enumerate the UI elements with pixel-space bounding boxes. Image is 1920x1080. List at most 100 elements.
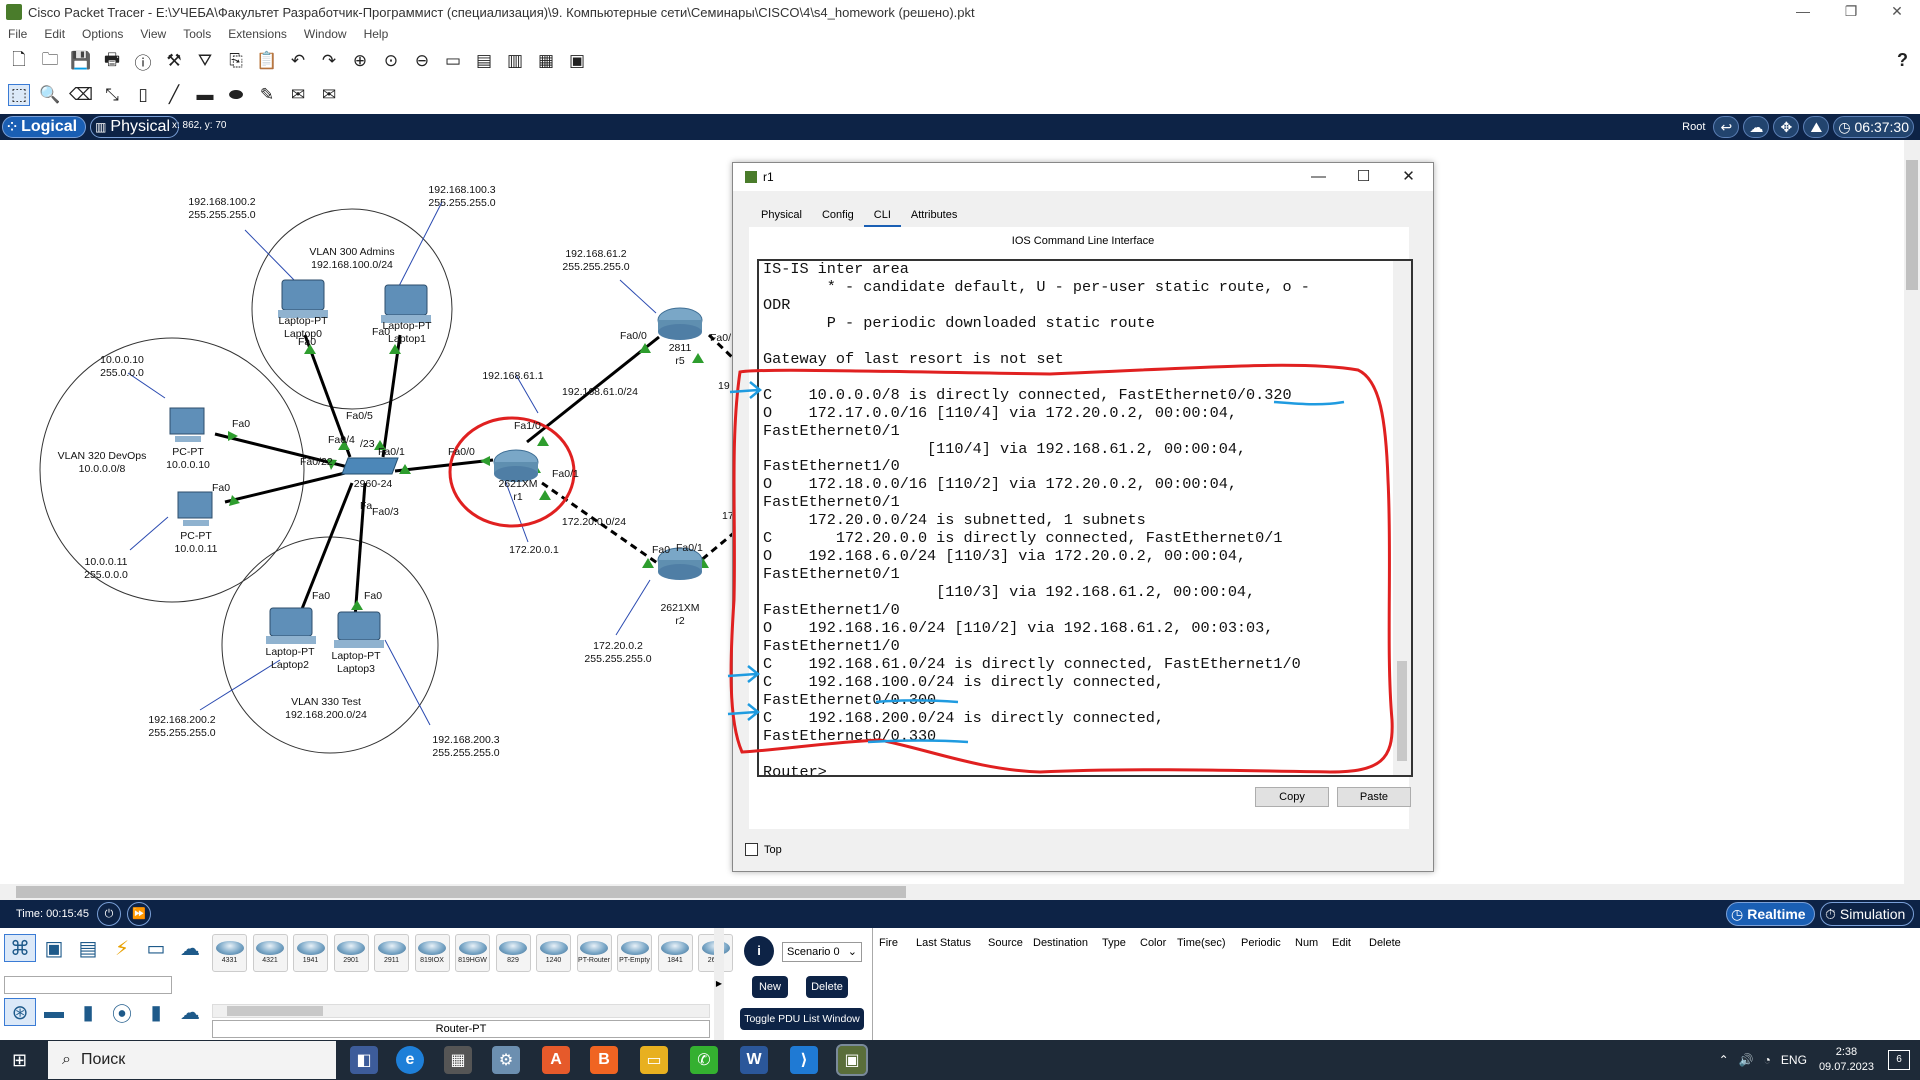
menu-file[interactable]: File	[0, 27, 36, 41]
cli-terminal[interactable]: IS-IS inter area * - candidate default, …	[757, 259, 1413, 777]
laptop2[interactable]	[266, 607, 316, 644]
end-devices-icon[interactable]: ▣	[38, 934, 70, 962]
open-folder-icon[interactable]: 🗀	[39, 50, 61, 72]
workspace-vscroll-thumb[interactable]	[1906, 160, 1918, 290]
menu-help[interactable]: Help	[356, 27, 398, 41]
device-model-tile[interactable]: 1841	[657, 934, 693, 972]
pdu-column-header[interactable]: Source	[988, 937, 1023, 949]
pdu-column-header[interactable]: Type	[1102, 937, 1126, 949]
restore-icon[interactable]: ❐	[1828, 0, 1874, 24]
tab-attributes[interactable]: Attributes	[901, 205, 967, 228]
cluster-icon[interactable]: ☁	[1743, 116, 1770, 138]
language-indicator[interactable]: ENG	[1781, 1053, 1807, 1067]
file-explorer-icon[interactable]: ▭	[640, 1046, 668, 1074]
device-list-scrollbar[interactable]	[212, 1004, 710, 1018]
pdf-reader-icon[interactable]: A	[542, 1046, 570, 1074]
menu-options[interactable]: Options	[74, 27, 132, 41]
rectangle-tool-icon[interactable]: ▬	[194, 84, 216, 106]
device-model-tile[interactable]: 2911	[374, 934, 409, 972]
back-icon[interactable]: ↩	[1713, 116, 1740, 138]
terminal-output[interactable]: IS-IS inter area * - candidate default, …	[763, 261, 1389, 775]
power-cycle-icon[interactable]: ⏻	[96, 902, 121, 926]
device-model-tile[interactable]: 819IOX	[414, 934, 450, 972]
pc1[interactable]	[177, 491, 213, 526]
network-devices-icon[interactable]: ⌘	[4, 934, 36, 962]
logical-view-button[interactable]: ⁘ Logical	[2, 116, 87, 138]
minimize-icon[interactable]: —	[1780, 0, 1826, 24]
simple-pdu-icon[interactable]: ✉	[287, 84, 309, 106]
vscode-icon[interactable]: ⟩	[790, 1046, 818, 1074]
app-icon-settings[interactable]: ⚙	[492, 1046, 520, 1074]
device-model-tile[interactable]: 1240	[536, 934, 571, 972]
device-model-tile[interactable]: PT-Router	[576, 934, 612, 972]
panel-splitter-icon[interactable]: ▶	[714, 928, 724, 1040]
terminal-scroll-thumb[interactable]	[1397, 661, 1407, 761]
device-model-tile[interactable]: 1941	[293, 934, 328, 972]
word-icon[interactable]: W	[740, 1046, 768, 1074]
close-icon[interactable]: ✕	[1874, 0, 1920, 24]
resize-tool-icon[interactable]: ⤡	[101, 84, 123, 106]
wifi-icon[interactable]: ◔	[1764, 1053, 1771, 1067]
dialog-close-icon[interactable]: ✕	[1386, 163, 1431, 191]
connections-icon[interactable]: ⚡	[106, 934, 138, 962]
network-wizard-icon[interactable]: ⚒	[163, 50, 185, 72]
delete-tool-icon[interactable]: ⌫	[69, 84, 93, 106]
new-scenario-button[interactable]: New	[752, 976, 788, 998]
windows-start-icon[interactable]: ⊞	[12, 1050, 27, 1071]
paste-icon[interactable]: 📋	[256, 50, 278, 72]
copy-icon[interactable]: ⎘	[225, 50, 247, 72]
menu-window[interactable]: Window	[296, 27, 356, 41]
select-tool-icon[interactable]: ⬚	[8, 84, 30, 106]
notes-icon[interactable]: ▥	[504, 50, 526, 72]
realtime-mode-button[interactable]: ◷ Realtime	[1726, 902, 1815, 926]
security-icon[interactable]: ▮	[140, 998, 172, 1026]
paste-button[interactable]: Paste	[1337, 787, 1411, 807]
notifications-icon[interactable]: 6	[1888, 1050, 1910, 1070]
task-view-icon[interactable]: ◧	[350, 1046, 378, 1074]
device-model-tile[interactable]: 829	[495, 934, 531, 972]
device-model-tile[interactable]: 819HGW	[455, 934, 490, 972]
scenario-select[interactable]: Scenario 0 ⌄	[782, 942, 862, 962]
zoom-in-icon[interactable]: ⊕	[349, 50, 371, 72]
multiuser-icon[interactable]: ☁	[174, 934, 206, 962]
device-model-tile[interactable]: 4321	[252, 934, 288, 972]
device-dialog-icon[interactable]: ▦	[535, 50, 557, 72]
dialog-maximize-icon[interactable]: ☐	[1341, 163, 1386, 191]
device-model-tile[interactable]: 2901	[333, 934, 369, 972]
toggle-pdu-list-button[interactable]: Toggle PDU List Window	[740, 1008, 864, 1030]
packet-tracer-task-icon[interactable]: ▣	[836, 1044, 868, 1076]
freeform-tool-icon[interactable]: ✎	[256, 84, 278, 106]
workspace-hscroll-thumb[interactable]	[16, 886, 906, 898]
dialog-minimize-icon[interactable]: —	[1296, 163, 1341, 191]
help-icon[interactable]: ?	[1897, 50, 1908, 71]
clock[interactable]: 2:38 09.07.2023	[1819, 1045, 1874, 1075]
hubs-icon[interactable]: ▮	[72, 998, 104, 1026]
custom-devices-icon[interactable]: ▤	[473, 50, 495, 72]
new-file-icon[interactable]: 🗋	[8, 50, 30, 72]
note-tool-icon[interactable]: ▯	[132, 84, 154, 106]
brave-browser-icon[interactable]: B	[590, 1046, 618, 1074]
zoom-out-icon[interactable]: ⊖	[411, 50, 433, 72]
components-icon[interactable]: ▤	[72, 934, 104, 962]
device-model-tile[interactable]: PT-Empty	[617, 934, 652, 972]
wireless-icon[interactable]: ⦿	[106, 998, 138, 1026]
device-list-scroll-thumb[interactable]	[227, 1006, 323, 1016]
delete-scenario-button[interactable]: Delete	[806, 976, 848, 998]
pdu-column-header[interactable]: Edit	[1332, 937, 1351, 949]
complex-pdu-icon[interactable]: ✉	[318, 84, 340, 106]
drawing-palette-icon[interactable]: ▭	[442, 50, 464, 72]
fast-forward-icon[interactable]: ⏩	[126, 902, 151, 926]
viewport-clock[interactable]: ◷ 06:37:30	[1833, 116, 1914, 138]
redo-icon[interactable]: ↷	[318, 50, 340, 72]
laptop3[interactable]	[334, 611, 384, 648]
phone-app-icon[interactable]: ✆	[690, 1046, 718, 1074]
simulation-mode-button[interactable]: ⏱ Simulation	[1820, 902, 1915, 926]
wan-emulation-icon[interactable]: ☁	[174, 998, 206, 1026]
screenshot-icon[interactable]: ▣	[566, 50, 588, 72]
menu-edit[interactable]: Edit	[36, 27, 74, 41]
save-icon[interactable]: 💾	[70, 50, 92, 72]
zoom-reset-icon[interactable]: ⊙	[380, 50, 402, 72]
checkbox-box[interactable]	[745, 843, 758, 856]
switch-2960[interactable]	[341, 457, 399, 475]
tab-physical[interactable]: Physical	[751, 205, 812, 228]
